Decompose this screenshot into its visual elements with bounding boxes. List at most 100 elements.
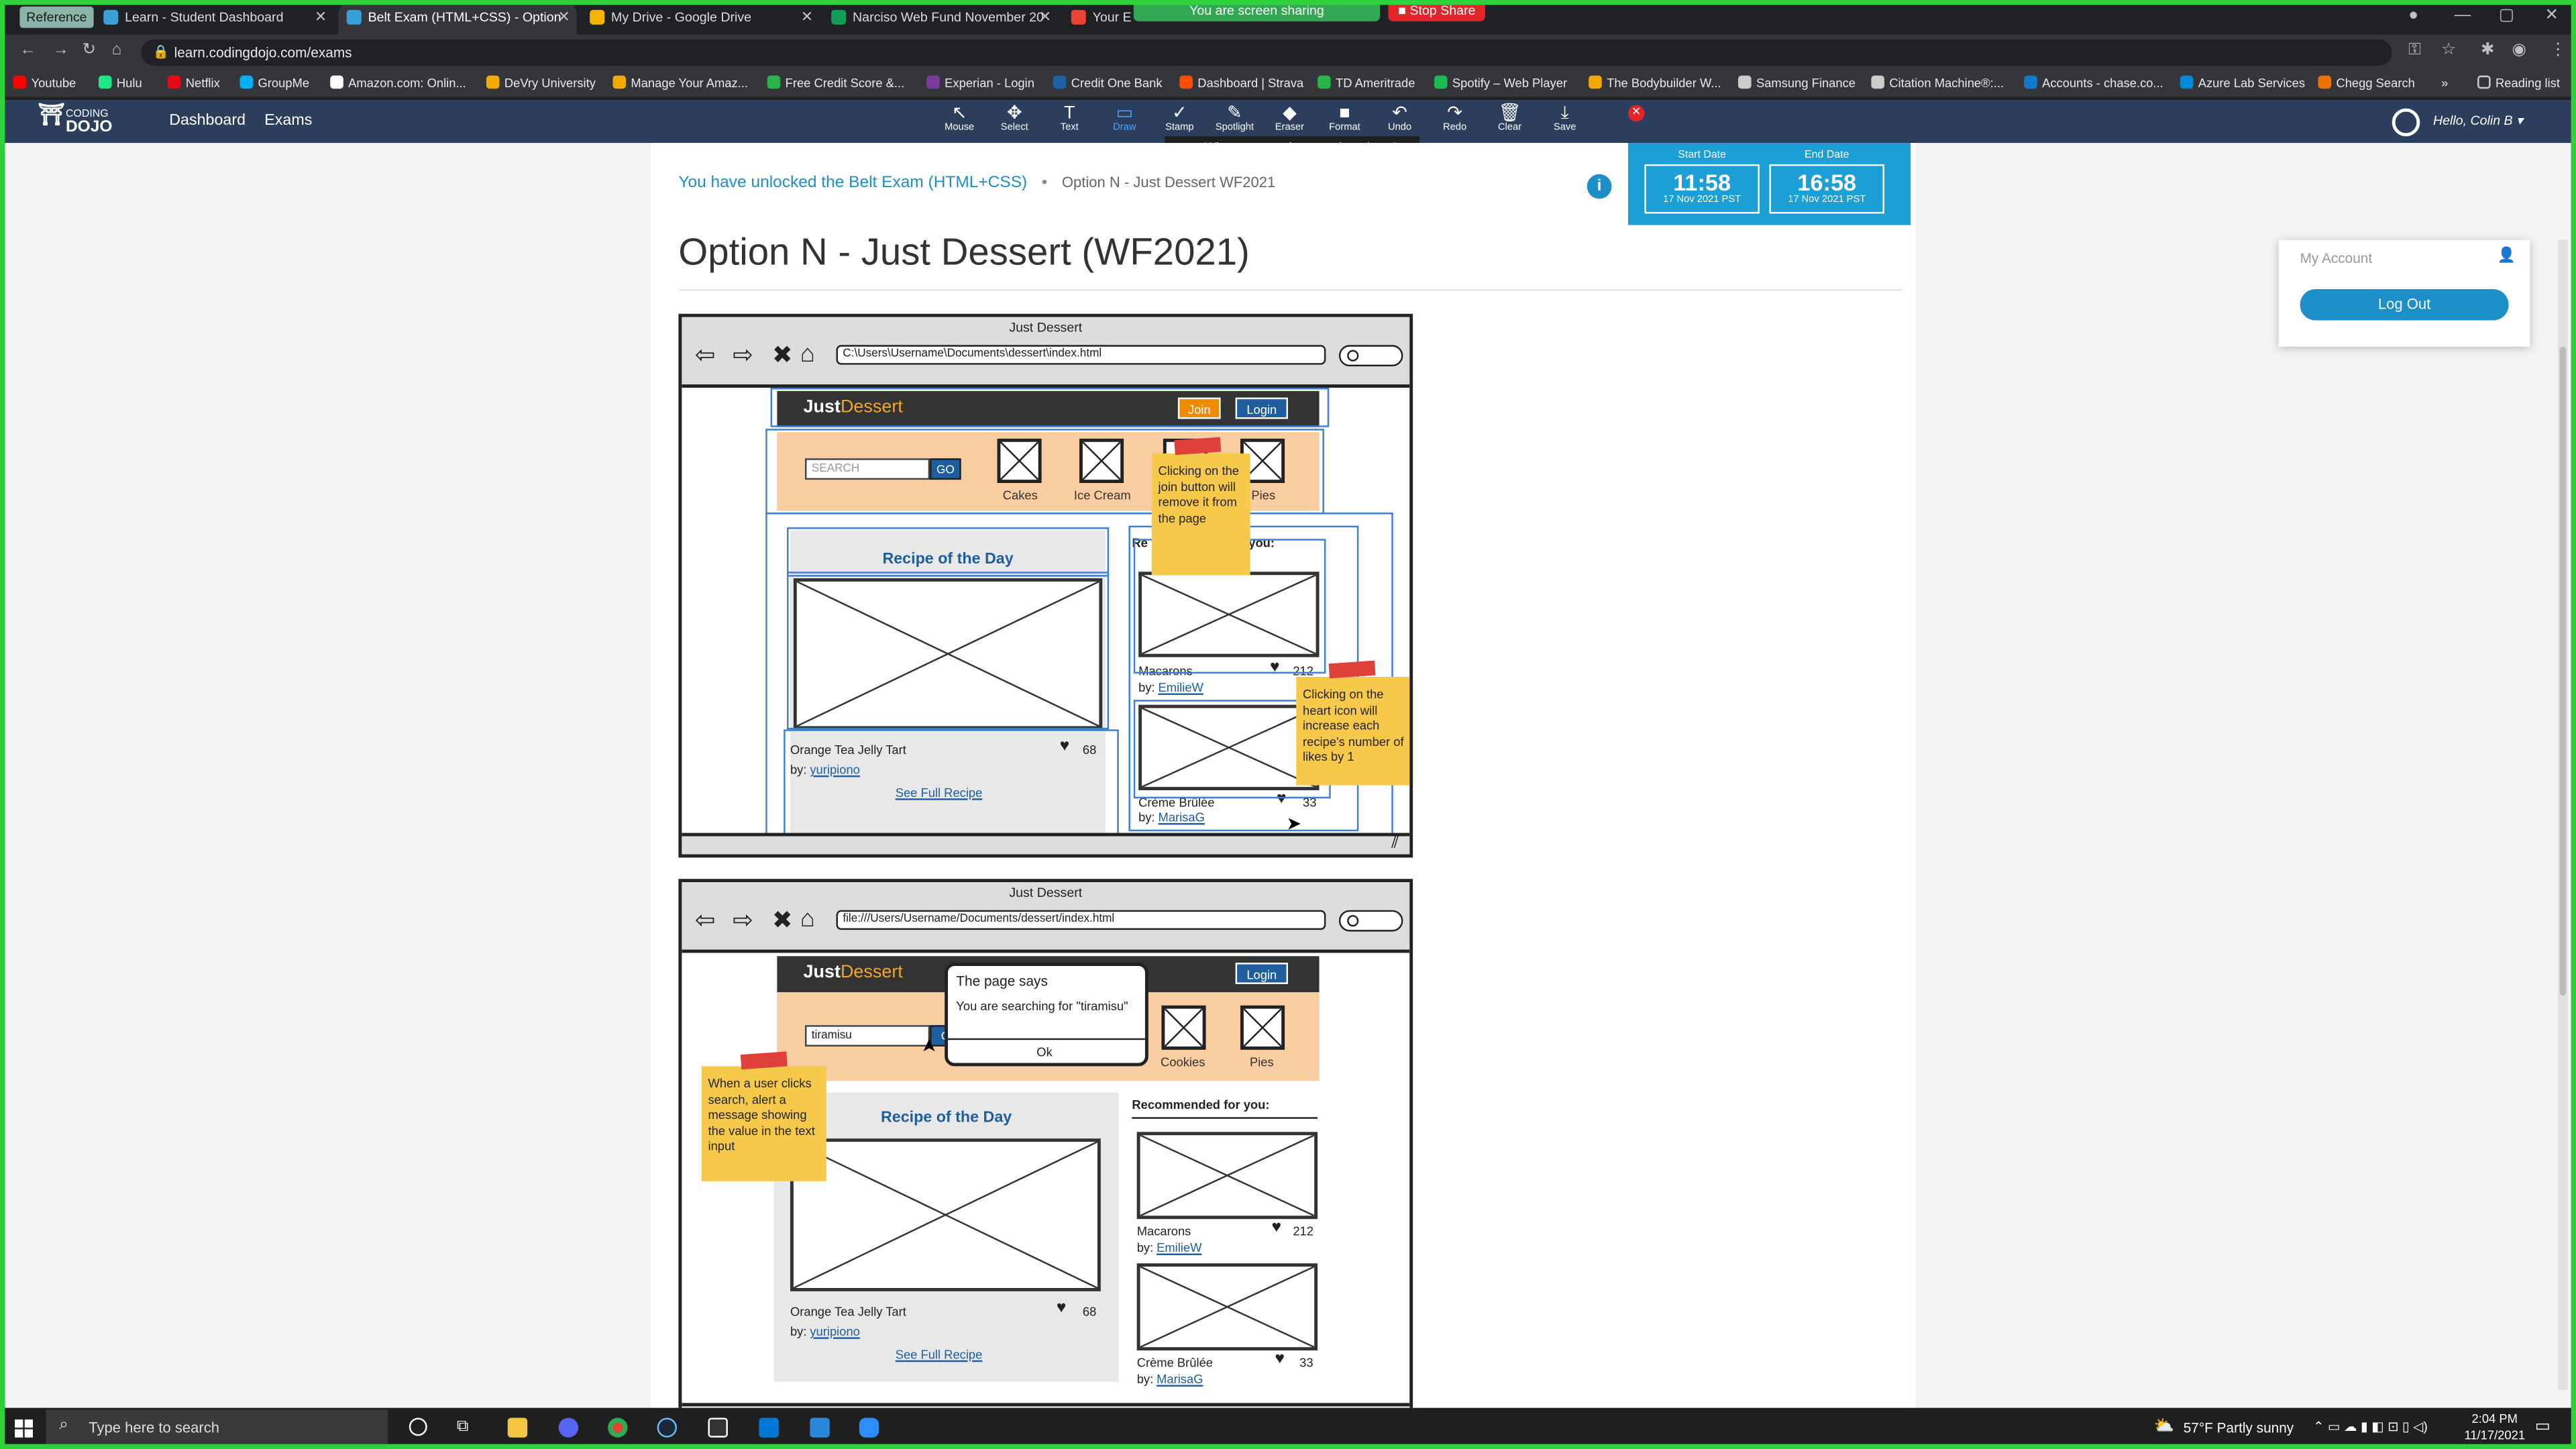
address-bar[interactable]: 🔒 learn.codingdojo.com/exams	[141, 39, 2392, 66]
zoom-icon[interactable]	[859, 1417, 879, 1438]
jd-cookies-image	[1161, 1005, 1206, 1050]
log-out-button[interactable]: Log Out	[2300, 289, 2509, 321]
bookmark-item[interactable]: Free Credit Score &...	[767, 75, 904, 91]
bookmark-star-icon[interactable]: ☆	[2441, 41, 2456, 59]
page-viewport: ⛩ CODING DOJO Dashboard Exams ↖ Mouse ✥ Sel…	[5, 100, 2571, 1408]
close-tab-icon[interactable]: ✕	[315, 3, 327, 32]
menu-icon[interactable]: ⋮	[2550, 41, 2566, 59]
info-icon[interactable]: i	[1587, 174, 1612, 199]
bookmark-item[interactable]: Hulu	[98, 75, 142, 91]
tab-narciso-web-fund[interactable]: Narciso Web Fund November 20 ✕	[823, 3, 1058, 35]
bookmark-item[interactable]: Accounts - chase.co...	[2024, 75, 2163, 91]
bookmark-item[interactable]: Youtube	[13, 75, 76, 91]
system-tray-icons[interactable]: ⌃ ▭ ☁ ▮ ◧ ⊡ ▯ ◁)	[2313, 1419, 2428, 1434]
back-icon[interactable]: ←	[19, 41, 36, 59]
taskbar-search-input[interactable]: ⌕ Type here to search	[46, 1409, 388, 1448]
jd-rec1-name: Macarons	[1136, 1224, 1191, 1239]
reading-list-label: Reading list	[2496, 75, 2561, 91]
close-tab-icon[interactable]: ✕	[801, 3, 813, 32]
zoom-tool-text[interactable]: T Text	[1045, 103, 1094, 133]
scrollbar-thumb[interactable]	[2559, 346, 2567, 996]
chrome-icon[interactable]	[608, 1417, 628, 1438]
tab-student-dashboard[interactable]: Learn - Student Dashboard ✕	[95, 3, 333, 35]
zoom-tool-label: Spotlight	[1215, 123, 1254, 133]
profile-icon[interactable]: ◉	[2512, 41, 2526, 59]
tab-belt-exam[interactable]: Belt Exam (HTML+CSS) - Option ✕	[338, 3, 577, 35]
wf-stop-icon: ✖	[772, 341, 793, 370]
bookmark-item[interactable]: DeVry University	[486, 75, 596, 91]
taskbar-clock[interactable]: 2:04 PM 11/17/2021	[2464, 1411, 2525, 1444]
reload-icon[interactable]: ↻	[82, 41, 96, 59]
bookmark-item[interactable]: Spotify – Web Player	[1434, 75, 1567, 91]
zoom-tool-format[interactable]: ■ Format	[1320, 103, 1369, 133]
zoom-tool-undo[interactable]: ↶ Undo	[1375, 103, 1424, 133]
bookmark-item[interactable]: Chegg Search	[2318, 75, 2415, 91]
windows-start-icon[interactable]	[15, 1417, 34, 1438]
zoom-tool-select[interactable]: ✥ Select	[990, 103, 1039, 133]
key-icon[interactable]: ⚿	[2408, 41, 2421, 59]
steam-icon[interactable]	[657, 1417, 677, 1438]
vscode-icon[interactable]	[759, 1417, 779, 1438]
bookmark-item[interactable]: The Bodybuilder W...	[1589, 75, 1721, 91]
bookmark-item[interactable]: GroupMe	[239, 75, 309, 91]
home-icon[interactable]: ⌂	[112, 41, 122, 59]
bookmark-label: Hulu	[116, 75, 142, 91]
forward-icon[interactable]: →	[52, 41, 68, 59]
tab-search-icon[interactable]: ●	[2408, 7, 2418, 25]
file-explorer-icon[interactable]	[507, 1417, 528, 1438]
close-window-icon[interactable]: ✕	[2544, 7, 2559, 25]
my-account-link[interactable]: My Account	[2300, 250, 2373, 266]
close-tab-icon[interactable]: ✕	[557, 3, 570, 32]
bookmark-item[interactable]: Citation Machine®:...	[1871, 75, 2004, 91]
bookmark-item[interactable]: Experian - Login	[926, 75, 1034, 91]
weather-text[interactable]: 57°F Partly sunny	[2184, 1419, 2294, 1436]
jd-cookies-label: Cookies	[1161, 1055, 1205, 1070]
bookmarks-more-button[interactable]: »	[2441, 76, 2448, 91]
bookmark-item[interactable]: Azure Lab Services	[2180, 75, 2305, 91]
annotation-box	[784, 729, 1119, 835]
maximize-icon[interactable]: ▢	[2499, 7, 2514, 25]
stop-share-button[interactable]: ■ Stop Share	[1388, 0, 1486, 21]
jd-rotd-author: yuripiono	[810, 1324, 860, 1339]
nav-exams[interactable]: Exams	[264, 112, 312, 130]
zoom-tool-eraser[interactable]: ◆ Eraser	[1265, 103, 1314, 133]
bookmark-item[interactable]: Dashboard | Strava	[1179, 75, 1303, 91]
zoom-tool-label: Draw	[1113, 123, 1136, 133]
cortana-icon[interactable]	[409, 1417, 427, 1436]
notepad-icon[interactable]	[810, 1417, 830, 1438]
zoom-tool-redo[interactable]: ↷ Redo	[1430, 103, 1479, 133]
bookmark-item[interactable]: Manage Your Amaz...	[612, 75, 748, 91]
bookmark-label: Netflix	[185, 75, 220, 91]
bookmark-item[interactable]: Samsung Finance	[1738, 75, 1856, 91]
extensions-icon[interactable]: ✱	[2481, 41, 2495, 59]
close-tab-icon[interactable]: ✕	[1039, 3, 1051, 32]
undo-icon: ↶	[1392, 103, 1407, 123]
zoom-tool-stamp[interactable]: ✓ Stamp	[1155, 103, 1204, 133]
avatar[interactable]	[2392, 108, 2420, 137]
zoom-tool-label: Text	[1060, 123, 1079, 133]
epic-games-icon[interactable]	[708, 1417, 728, 1438]
close-annotation-icon[interactable]: ✕	[1627, 105, 1645, 122]
windows-taskbar: ⌕ Type here to search ⧉ ⛅ 57°F Partly su…	[0, 1407, 2576, 1449]
minimize-icon[interactable]: —	[2455, 7, 2471, 25]
bookmark-item[interactable]: Amazon.com: Onlin...	[330, 75, 466, 91]
reading-list-button[interactable]: Reading list	[2477, 75, 2561, 91]
tab-google-drive[interactable]: My Drive - Google Drive ✕	[582, 3, 820, 35]
reference-badge[interactable]: Reference	[19, 6, 94, 28]
bookmark-item[interactable]: Credit One Bank	[1053, 75, 1163, 91]
nav-dashboard[interactable]: Dashboard	[169, 112, 246, 130]
bookmark-item[interactable]: TD Ameritrade	[1318, 75, 1415, 91]
breadcrumb-link[interactable]: You have unlocked the Belt Exam (HTML+CS…	[678, 174, 1027, 193]
task-view-icon[interactable]: ⧉	[457, 1417, 468, 1436]
user-greeting[interactable]: Hello, Colin B ▾	[2433, 113, 2523, 128]
zoom-tool-save[interactable]: ⤓ Save	[1540, 103, 1589, 133]
notifications-icon[interactable]: ▭	[2535, 1417, 2551, 1436]
tab-gmail[interactable]: Your E	[1063, 3, 1136, 35]
zoom-tool-mouse[interactable]: ↖ Mouse	[934, 103, 983, 133]
bookmark-item[interactable]: Netflix	[167, 75, 220, 91]
zoom-tool-draw[interactable]: ▭ Draw	[1100, 103, 1149, 133]
zoom-tool-clear[interactable]: 🗑 Clear	[1485, 103, 1534, 133]
discord-icon[interactable]	[558, 1417, 579, 1438]
jd-pies-label: Pies	[1249, 1055, 1274, 1070]
zoom-tool-spotlight[interactable]: ✎ Spotlight	[1210, 103, 1259, 133]
